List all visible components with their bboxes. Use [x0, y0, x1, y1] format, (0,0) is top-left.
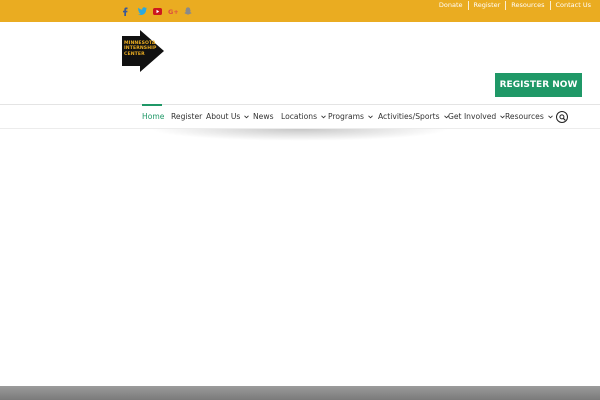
twitter-icon[interactable]	[137, 4, 147, 18]
chevron-down-icon	[244, 114, 250, 118]
top-link-contact-us[interactable]: Contact Us	[551, 0, 597, 10]
nav-item-activities-sports[interactable]: Activities/Sports	[378, 105, 449, 128]
snapchat-icon[interactable]	[183, 4, 192, 18]
logo-text: MINNESOTA INTERNSHIP CENTER	[124, 41, 156, 57]
nav-item-label: Locations	[281, 112, 318, 121]
nav-item-get-involved[interactable]: Get Involved	[448, 105, 506, 128]
top-link-resources[interactable]: Resources	[506, 0, 549, 10]
nav-item-label: Activities/Sports	[378, 112, 440, 121]
nav-item-programs[interactable]: Programs	[328, 105, 373, 128]
nav-item-label: News	[253, 112, 274, 121]
svg-text:G+: G+	[168, 8, 178, 15]
nav-item-home[interactable]: Home	[142, 105, 164, 128]
site-logo[interactable]: MINNESOTA INTERNSHIP CENTER	[122, 30, 164, 72]
nav-item-resources[interactable]: Resources	[505, 105, 553, 128]
logo-line-3: CENTER	[124, 51, 145, 57]
nav-item-label: About Us	[206, 112, 241, 121]
nav-item-label: Home	[142, 112, 165, 121]
nav-item-locations[interactable]: Locations	[281, 105, 326, 128]
nav-shadow	[150, 129, 450, 141]
google-plus-icon[interactable]: G+	[168, 4, 178, 18]
nav-item-label: Register	[171, 112, 203, 121]
footer-band	[0, 386, 600, 400]
search-button[interactable]	[556, 111, 568, 123]
register-now-button[interactable]: REGISTER NOW	[495, 73, 582, 97]
top-bar: G+ Donate Register Resources Contact Us	[0, 0, 600, 22]
chevron-down-icon	[547, 114, 553, 118]
nav-item-news[interactable]: News	[253, 105, 274, 128]
nav-item-label: Get Involved	[448, 112, 497, 121]
top-links: Donate Register Resources Contact Us	[434, 0, 596, 10]
search-icon	[558, 113, 566, 121]
nav-item-register[interactable]: Register	[171, 105, 202, 128]
chevron-down-icon	[368, 114, 373, 118]
youtube-icon[interactable]	[152, 4, 162, 18]
nav-item-about-us[interactable]: About Us	[206, 105, 250, 128]
nav-item-label: Resources	[505, 112, 544, 121]
chevron-down-icon	[321, 114, 326, 118]
nav-item-label: Programs	[328, 112, 364, 121]
top-link-donate[interactable]: Donate	[434, 0, 468, 10]
top-link-register[interactable]: Register	[469, 0, 506, 10]
facebook-icon[interactable]	[121, 4, 129, 18]
